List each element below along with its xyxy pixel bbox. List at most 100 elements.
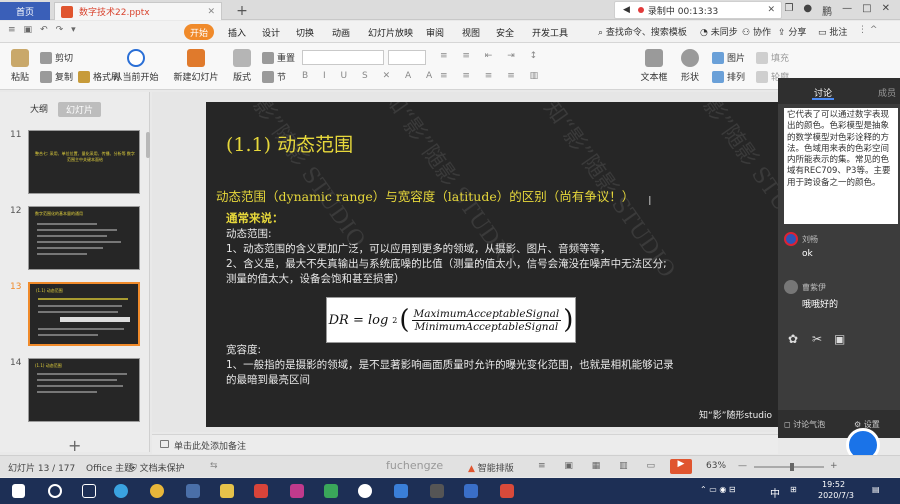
tab-outline[interactable]: 大纲 — [30, 102, 48, 117]
menu-tab-view[interactable]: 视图 — [456, 24, 486, 40]
slide-thumbnail-12[interactable]: 数字范围化的基本量的通用 — [28, 206, 140, 270]
tray-icons[interactable]: ⌃ ▭ ◉ ⊟ — [700, 485, 736, 494]
search-command[interactable]: ⌕ 查找命令、搜索模板 — [598, 25, 687, 38]
recorder-close-icon[interactable]: ✕ — [767, 5, 775, 15]
menu-icon[interactable]: ≡ — [8, 25, 16, 35]
cut-button[interactable]: 剪切 — [40, 51, 73, 64]
layout-button[interactable]: 版式 — [224, 49, 260, 83]
share-button[interactable]: ⇪ 分享 — [778, 25, 806, 38]
menu-tab-review[interactable]: 审阅 — [420, 24, 450, 40]
smart-layout-button[interactable]: ▲ 智能排版 — [468, 461, 514, 474]
speaker-icon[interactable]: ◀ — [623, 5, 630, 15]
reset-button[interactable]: 重置 — [262, 51, 295, 64]
task-view-icon[interactable] — [82, 484, 96, 498]
app-icon[interactable] — [186, 484, 200, 498]
arrange-button[interactable]: 排列 — [712, 70, 745, 83]
wps-icon[interactable] — [500, 484, 514, 498]
tab-home[interactable]: 首页 — [0, 2, 50, 20]
user-icon[interactable]: ● — [803, 3, 812, 18]
menu-tab-transition[interactable]: 切换 — [290, 24, 320, 40]
save-icon[interactable]: ▣ — [24, 25, 33, 35]
sign-in-icon[interactable]: ⇆ — [210, 461, 218, 471]
menu-tab-security[interactable]: 安全 — [490, 24, 520, 40]
menu-tab-design[interactable]: 设计 — [256, 24, 286, 40]
collab-button[interactable]: ⚇ 协作 — [742, 25, 771, 38]
picture-button[interactable]: 图片 — [712, 51, 745, 64]
font-size-select[interactable] — [388, 50, 426, 65]
scissors-icon[interactable]: ✂ — [812, 332, 826, 346]
bubble-toggle[interactable]: ◻ 讨论气泡 — [784, 419, 825, 430]
font-name-select[interactable] — [302, 50, 384, 65]
copy-button[interactable]: 复制 — [40, 70, 73, 83]
slide-thumbnail-13[interactable]: (1.1) 动态范围 — [28, 282, 140, 346]
more-icon[interactable]: ▾ — [71, 25, 76, 35]
maximize-icon[interactable]: □ — [862, 3, 871, 18]
tray-icon[interactable]: ⊞ — [790, 485, 797, 494]
body-line[interactable]: 的最暗到最亮区间 — [226, 372, 310, 387]
clock-time[interactable]: 19:52 — [822, 480, 845, 489]
body-line[interactable]: 测量的值太大，设备会饱和甚至损害） — [226, 271, 405, 286]
app-icon[interactable] — [324, 484, 338, 498]
view-switcher[interactable]: ≡ ▣ ▦ ▥ ▭ — [538, 461, 663, 471]
body-line[interactable]: 动态范围: — [226, 226, 272, 241]
app-icon[interactable] — [464, 484, 478, 498]
textbox-button[interactable]: 文本框 — [636, 49, 672, 83]
more-options-icon[interactable]: ⋮ ^ — [858, 25, 877, 35]
menu-tab-home[interactable]: 开始 — [184, 24, 215, 40]
undo-icon[interactable]: ↶ — [40, 25, 48, 35]
emoji-icon[interactable]: ✿ — [788, 332, 802, 346]
app-icon[interactable] — [358, 484, 372, 498]
slide-subtitle[interactable]: 动态范围（dynamic range）与宽容度（latitude）的区别（尚有争… — [216, 186, 634, 205]
notification-icon[interactable]: ▤ — [872, 485, 880, 494]
new-tab-button[interactable]: + — [232, 2, 252, 20]
body-line[interactable]: 1、动态范围的含义更加广泛，可以应用到更多的领域，从摄影、图片、音频等等， — [226, 241, 611, 256]
close-window-icon[interactable]: ✕ — [882, 3, 890, 18]
notes-bar[interactable]: 单击此处添加备注 — [152, 434, 778, 454]
play-from-current-button[interactable]: 从当前开始 — [112, 49, 160, 83]
cortana-icon[interactable] — [48, 484, 62, 498]
formula-box[interactable]: DR = log 2 ( MaximumAcceptableSignal Min… — [326, 297, 576, 343]
app-icon[interactable] — [394, 484, 408, 498]
play-slideshow-button[interactable]: ▶ — [670, 459, 692, 474]
menu-tab-developer[interactable]: 开发工具 — [526, 24, 574, 40]
section-button[interactable]: 节 — [262, 70, 286, 83]
tab-members[interactable]: 成员 — [878, 86, 896, 99]
tab-document[interactable]: 数字技术22.pptx ✕ — [54, 2, 222, 20]
zoom-slider-thumb[interactable] — [790, 463, 794, 471]
font-format-group[interactable]: B I U S ✕ A A — [302, 71, 438, 81]
fill-button[interactable]: 填充 — [756, 51, 789, 64]
chrome-icon[interactable] — [150, 484, 164, 498]
menu-tab-slideshow[interactable]: 幻灯片放映 — [362, 24, 419, 40]
paste-button[interactable]: 粘贴 — [2, 49, 38, 83]
app-icon[interactable] — [290, 484, 304, 498]
paragraph-group[interactable]: ≡ ≡ ⇤ ⇥ ↕ — [440, 51, 543, 61]
slide[interactable]: 知“影”随影 STUDIO 知“影”随影 STUDIO 知“影”随影 STUDI… — [206, 102, 778, 427]
file-explorer-icon[interactable] — [220, 484, 234, 498]
zoom-slider[interactable] — [754, 466, 824, 468]
slide-title[interactable]: (1.1) 动态范围 — [226, 130, 353, 157]
tab-slides[interactable]: 幻灯片 — [58, 102, 102, 117]
image-icon[interactable]: ▣ — [834, 332, 848, 346]
zoom-out-icon[interactable]: — — [738, 461, 747, 471]
slide-thumbnail-14[interactable]: (1.1) 动态范围 — [28, 358, 140, 422]
minimize-icon[interactable]: — — [842, 3, 852, 18]
body-line[interactable]: 1、一般指的是摄影的领域，是不显著影响画面质量时允许的曝光变化范围，也就是相机能… — [226, 357, 674, 372]
app-icon[interactable] — [254, 484, 268, 498]
panel-scrollbar[interactable] — [146, 132, 150, 158]
menu-tab-animation[interactable]: 动画 — [326, 24, 356, 40]
body-line[interactable]: 2、含义是，最大不失真输出与系统底噪的比值（测量的值太小，信号会淹没在噪声中无法… — [226, 256, 667, 271]
shape-button[interactable]: 形状 — [672, 49, 708, 83]
start-icon[interactable] — [12, 484, 25, 498]
redo-icon[interactable]: ↷ — [56, 25, 64, 35]
add-slide-button[interactable]: + — [68, 436, 81, 455]
window-restore-icon[interactable]: ❐ — [784, 3, 793, 18]
section-heading[interactable]: 通常来说： — [226, 210, 284, 226]
alignment-group[interactable]: ≡ ≡ ≡ ≡ ▥ — [440, 71, 544, 81]
edge-icon[interactable] — [114, 484, 128, 498]
document-protect[interactable]: ⛨ 文档未保护 — [130, 461, 185, 474]
new-slide-button[interactable]: 新建幻灯片 — [172, 49, 220, 83]
app-icon[interactable] — [430, 484, 444, 498]
close-tab-icon[interactable]: ✕ — [207, 7, 215, 17]
body-line[interactable]: 宽容度: — [226, 342, 261, 357]
clock-date[interactable]: 2020/7/3 — [818, 491, 854, 500]
